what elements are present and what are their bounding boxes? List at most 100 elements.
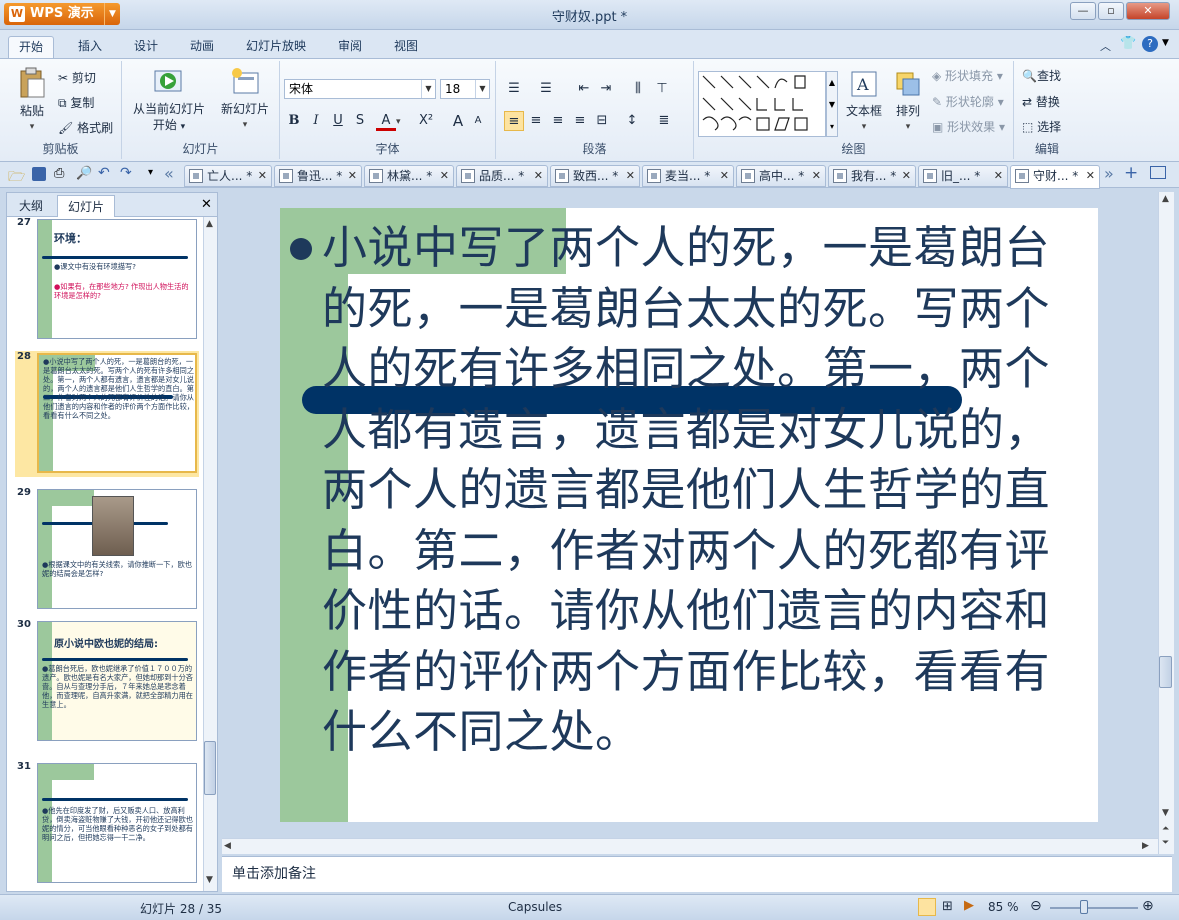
print-preview-icon[interactable]: 🔎 — [76, 166, 92, 181]
redo-icon[interactable]: ↷ — [120, 165, 132, 181]
tab-slides[interactable]: 幻灯片 — [57, 195, 116, 217]
tab-insert[interactable]: 插入 — [68, 36, 112, 58]
paste-button[interactable]: 粘贴 ▾ — [10, 67, 54, 135]
text-direction-icon[interactable]: ⫼ — [628, 79, 648, 99]
doc-tab[interactable]: 麦当... * ✕ — [642, 165, 734, 187]
format-painter-button[interactable]: 🖌 格式刷 — [58, 117, 113, 139]
font-size-select[interactable]: 18 ▼ — [440, 79, 490, 99]
zoom-slider[interactable] — [1050, 907, 1138, 909]
justify-icon[interactable]: ≡ — [570, 111, 590, 131]
textbox-button[interactable]: A 文本框 ▾ — [842, 69, 886, 135]
copy-button[interactable]: ⧉ 复制 — [58, 92, 94, 114]
line-spacing-icon[interactable]: ↕ — [622, 111, 642, 131]
close-icon[interactable]: ✕ — [902, 166, 911, 186]
zoom-out-icon[interactable]: ⊖ — [1030, 898, 1042, 914]
bullets-icon[interactable]: ☰ — [504, 79, 524, 99]
scroll-right-icon[interactable]: ▶ — [1142, 841, 1149, 851]
bold-button[interactable]: B — [284, 111, 304, 131]
tabs-scroll-right-icon[interactable]: » — [1104, 164, 1114, 183]
undo-icon[interactable]: ↶ — [98, 165, 110, 181]
grow-font-button[interactable]: A — [448, 111, 468, 131]
play-from-current-button[interactable]: 从当前幻灯片 开始 ▾ — [126, 67, 212, 135]
cut-button[interactable]: ✂ 剪切 — [58, 67, 96, 89]
font-name-select[interactable]: 宋体 ▼ — [284, 79, 436, 99]
shape-fill-button[interactable]: ◈ 形状填充 ▾ — [932, 65, 1003, 87]
tab-outline[interactable]: 大纲 — [9, 195, 53, 217]
print-icon[interactable]: ⎙ — [54, 166, 64, 181]
zoom-level[interactable]: 85 % — [988, 900, 1019, 914]
open-folder-icon[interactable]: 🗁 — [8, 166, 25, 190]
slide-thumbnail[interactable]: 30 原小说中欧也妮的结局: ●葛朗台死后，欧也妮继承了价值１７００万的遗产。欧… — [15, 619, 199, 747]
zoom-in-icon[interactable]: ⊕ — [1142, 898, 1154, 914]
tab-view[interactable]: 视图 — [384, 36, 428, 58]
scroll-down-icon[interactable]: ▼ — [206, 875, 213, 885]
tab-animation[interactable]: 动画 — [180, 36, 224, 58]
customize-toolbar-icon[interactable]: ▾ — [148, 167, 153, 178]
help-dropdown-icon[interactable]: ▼ — [1162, 38, 1169, 48]
superscript-button[interactable]: X² — [416, 111, 436, 131]
slide-thumbnail[interactable]: 27 环境： ●课文中有没有环境描写? ●如果有，在那些地方? 作现出人物生活的… — [15, 217, 199, 345]
next-slide-icon[interactable]: ⏷ — [1162, 838, 1169, 848]
tabs-scroll-left-icon[interactable]: « — [164, 164, 174, 183]
shrink-font-button[interactable]: A — [468, 111, 488, 131]
shape-outline-button[interactable]: ✎ 形状轮廓 ▾ — [932, 91, 1004, 113]
slide-thumbnail[interactable]: 31 ●他先在印度发了财，后又贩卖人口、放高利贷，倒卖海盗赃物赚了大钱，开初他还… — [15, 761, 199, 889]
replace-button[interactable]: ⇄ 替换 — [1022, 91, 1060, 113]
panel-scroll-thumb[interactable] — [204, 741, 216, 795]
slide-sorter-icon[interactable]: ⊞ — [942, 899, 953, 914]
help-icon[interactable]: ? — [1142, 36, 1158, 52]
decrease-indent-icon[interactable]: ⇤ — [574, 79, 594, 99]
increase-indent-icon[interactable]: ⇥ — [596, 79, 616, 99]
zoom-slider-handle[interactable] — [1080, 900, 1088, 914]
doc-tab[interactable]: 致西... * ✕ — [550, 165, 640, 187]
maximize-button[interactable]: ▫ — [1098, 2, 1124, 20]
scroll-up-icon[interactable]: ▲ — [1162, 194, 1169, 204]
doc-tab[interactable]: 亡人... * ✕ — [184, 165, 272, 187]
window-list-icon[interactable] — [1150, 166, 1166, 179]
align-right-icon[interactable]: ≡ — [548, 111, 568, 131]
text-shadow-button[interactable]: S — [350, 111, 370, 131]
shapes-gallery[interactable] — [698, 71, 826, 137]
doc-tab[interactable]: 我有... * ✕ — [828, 165, 916, 187]
slide-thumbnail[interactable]: 29 ●根据课文中的有关线索，请你推断一下，欧也妮的结局会是怎样? — [15, 487, 199, 615]
numbering-icon[interactable]: ☰ — [536, 79, 556, 99]
close-icon[interactable]: ✕ — [1086, 166, 1095, 186]
vertical-scroll-thumb[interactable] — [1159, 656, 1172, 688]
doc-tab-active[interactable]: 守财... * ✕ — [1010, 165, 1100, 189]
align-left-icon[interactable]: ≡ — [504, 111, 524, 131]
close-icon[interactable]: ✕ — [440, 166, 449, 186]
new-slide-button[interactable]: 新幻灯片 ▾ — [214, 67, 276, 133]
new-tab-icon[interactable]: + — [1124, 163, 1138, 183]
horizontal-scrollbar[interactable]: ◀ ▶ — [222, 838, 1158, 854]
scroll-down-icon[interactable]: ▼ — [1162, 808, 1169, 818]
close-icon[interactable]: ✕ — [626, 166, 635, 186]
doc-tab[interactable]: 高中... * ✕ — [736, 165, 826, 187]
tab-design[interactable]: 设计 — [124, 36, 168, 58]
scroll-up-icon[interactable]: ▲ — [206, 219, 213, 229]
find-button[interactable]: 🔍查找 — [1022, 65, 1061, 87]
close-icon[interactable]: ✕ — [348, 166, 357, 186]
close-panel-icon[interactable]: ✕ — [201, 197, 212, 212]
scroll-left-icon[interactable]: ◀ — [224, 841, 231, 851]
shapes-scroll[interactable]: ▲ ▼ ▾ — [826, 71, 838, 137]
collapse-ribbon-icon[interactable]: ︿ — [1100, 38, 1111, 54]
shape-effect-button[interactable]: ▣ 形状效果 ▾ — [932, 116, 1005, 138]
slideshow-view-icon[interactable]: ▶ — [964, 898, 974, 913]
font-color-dropdown-icon[interactable]: ▾ — [396, 117, 401, 127]
tab-review[interactable]: 审阅 — [328, 36, 372, 58]
distribute-icon[interactable]: ⊟ — [592, 111, 612, 131]
close-button[interactable]: ✕ — [1126, 2, 1170, 20]
close-icon[interactable]: ✕ — [720, 166, 729, 186]
doc-tab[interactable]: 旧_... * ✕ — [918, 165, 1008, 187]
close-icon[interactable]: ✕ — [534, 166, 543, 186]
underline-button[interactable]: U — [328, 111, 348, 131]
save-icon[interactable] — [32, 167, 46, 181]
tab-home[interactable]: 开始 — [8, 36, 55, 58]
normal-view-icon[interactable] — [918, 898, 936, 916]
slide-body-text[interactable]: 小说中写了两个人的死，一是葛朗台的死，一是葛朗台太太的死。写两个人的死有许多相同… — [322, 218, 1092, 763]
skin-icon[interactable]: 👕 — [1120, 36, 1136, 51]
doc-tab[interactable]: 林黛... * ✕ — [364, 165, 454, 187]
select-button[interactable]: ⬚ 选择 — [1022, 116, 1061, 138]
tab-slideshow[interactable]: 幻灯片放映 — [236, 36, 316, 58]
align-center-icon[interactable]: ≡ — [526, 111, 546, 131]
